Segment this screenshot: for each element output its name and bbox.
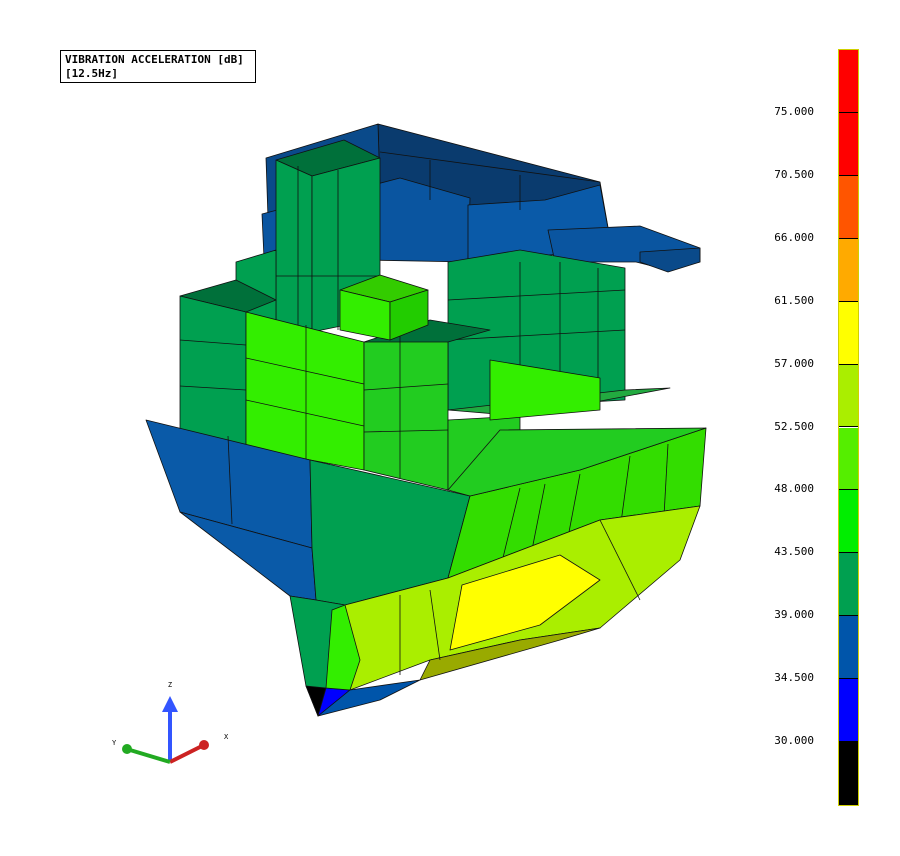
legend-tick-label: 34.500 [774,671,814,685]
legend-band [839,679,858,743]
color-scale-bar [838,49,859,806]
legend-band [839,553,858,617]
axis-triad: Z X Y [112,681,229,764]
legend-tick-label: 75.000 [774,104,814,118]
legend-tick-label: 39.000 [774,608,814,622]
legend-band [839,175,858,239]
legend-band [839,364,858,428]
legend-band [839,238,858,302]
legend-band [839,427,858,491]
legend-band [839,301,858,365]
legend-band [839,490,858,554]
legend-tick-label: 30.000 [774,734,814,748]
legend-tick-label: 70.500 [774,167,814,181]
legend-band [839,50,858,113]
legend-band [839,112,858,176]
z-axis-label: Z [168,681,172,689]
x-axis-label: X [224,733,229,741]
legend-tick-label: 66.000 [774,230,814,244]
legend-tick-label: 57.000 [774,356,814,370]
legend-tick-label: 52.500 [774,419,814,433]
y-axis-label: Y [112,739,117,747]
legend-tick-label: 43.500 [774,545,814,559]
legend-band [839,742,858,805]
legend-tick-label: 48.000 [774,482,814,496]
legend-tick-label: 61.500 [774,293,814,307]
legend-band [839,616,858,680]
